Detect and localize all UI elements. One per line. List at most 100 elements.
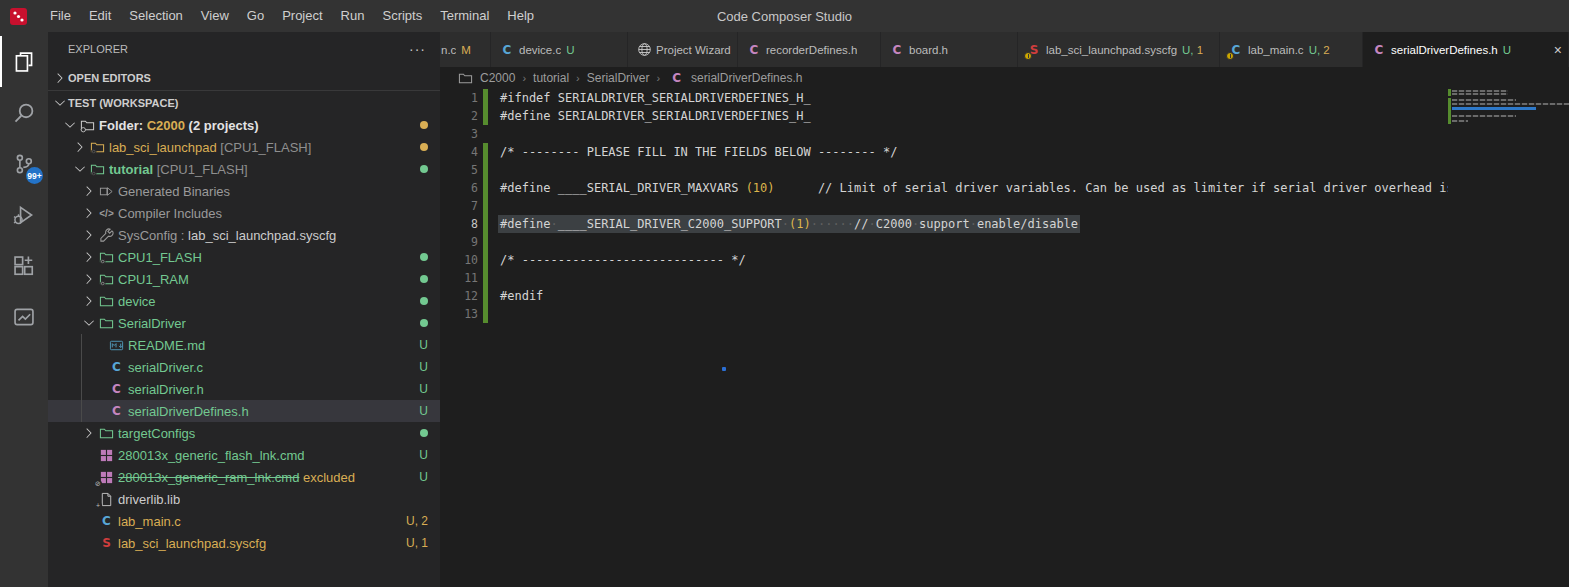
tree-item-generated-binaries[interactable]: Generated Binaries bbox=[48, 180, 440, 202]
code-line-11[interactable]: 11 bbox=[440, 269, 1569, 287]
tree-item-tutorial[interactable]: tutorial [CPU1_FLASH] bbox=[48, 158, 440, 180]
tree-item-cmd-flash[interactable]: 280013x_generic_flash_lnk.cmdU bbox=[48, 444, 440, 466]
code-line-3[interactable]: 3 bbox=[440, 125, 1569, 143]
tree-item-label: Folder: C2000 (2 projects) bbox=[99, 118, 259, 133]
breadcrumb-item[interactable]: C2000 bbox=[480, 71, 515, 85]
tree-item-lab-sci-syscfg[interactable]: Slab_sci_launchpad.syscfgU, 1 bbox=[48, 532, 440, 554]
tree-item-compiler-includes[interactable]: </>Compiler Includes bbox=[48, 202, 440, 224]
chevron-right-icon[interactable] bbox=[81, 425, 97, 441]
line-number[interactable]: 10 bbox=[440, 251, 478, 269]
tree-item-driverlib-lib[interactable]: +driverlib.lib bbox=[48, 488, 440, 510]
line-number[interactable]: 3 bbox=[440, 125, 478, 143]
menu-edit[interactable]: Edit bbox=[80, 0, 120, 32]
activity-performance[interactable] bbox=[0, 291, 48, 342]
line-number[interactable]: 4 bbox=[440, 143, 478, 161]
code-line-9[interactable]: 9 bbox=[440, 233, 1569, 251]
menu-run[interactable]: Run bbox=[332, 0, 374, 32]
tab-lab-main-c[interactable]: Clab_main.cU, 2 bbox=[1220, 32, 1363, 67]
code-editor[interactable]: 1#ifndef SERIALDRIVER_SERIALDRIVERDEFINE… bbox=[440, 89, 1569, 587]
menu-project[interactable]: Project bbox=[273, 0, 331, 32]
chevron-right-icon[interactable] bbox=[81, 183, 97, 199]
code-line-5[interactable]: 5 bbox=[440, 161, 1569, 179]
breadcrumb-item[interactable]: serialDriverDefines.h bbox=[691, 71, 802, 85]
tree-item-cpu1-ram[interactable]: CPU1_RAM bbox=[48, 268, 440, 290]
line-number[interactable]: 2 bbox=[440, 107, 478, 125]
menu-terminal[interactable]: Terminal bbox=[431, 0, 498, 32]
tab-device-c[interactable]: Cdevice.cU bbox=[491, 32, 628, 67]
tree-item-targetconfigs[interactable]: targetConfigs bbox=[48, 422, 440, 444]
breadcrumb-item[interactable]: SerialDriver bbox=[587, 71, 650, 85]
chevron-down-icon[interactable] bbox=[62, 117, 78, 133]
tree-item-folder-c2000[interactable]: Folder: C2000 (2 projects) bbox=[48, 114, 440, 136]
activity-explorer[interactable] bbox=[0, 36, 48, 87]
tab-project-wizard[interactable]: Project Wizard bbox=[628, 32, 738, 67]
code-line-12[interactable]: 12#endif bbox=[440, 287, 1569, 305]
tree-item-sysconfig[interactable]: SysConfig : lab_sci_launchpad.syscfg bbox=[48, 224, 440, 246]
more-actions-icon[interactable]: ··· bbox=[409, 41, 426, 57]
tree-item-serialdriver-c[interactable]: CserialDriver.cU bbox=[48, 356, 440, 378]
tree-item-serialdriver[interactable]: SerialDriver bbox=[48, 312, 440, 334]
breadcrumb[interactable]: C2000›tutorial›SerialDriver›CserialDrive… bbox=[440, 67, 1569, 89]
line-number[interactable]: 13 bbox=[440, 305, 478, 323]
tree-item-device[interactable]: device bbox=[48, 290, 440, 312]
code-line-10[interactable]: 10/* ---------------------------- */ bbox=[440, 251, 1569, 269]
menu-go[interactable]: Go bbox=[238, 0, 273, 32]
open-editors-section[interactable]: OPEN EDITORS bbox=[48, 66, 440, 90]
tree-item-lab-sci-launchpad[interactable]: lab_sci_launchpad [CPU1_FLASH] bbox=[48, 136, 440, 158]
tab-partial-main-c[interactable]: n.cM bbox=[440, 32, 491, 67]
menu-file[interactable]: File bbox=[41, 0, 80, 32]
close-icon[interactable]: × bbox=[1546, 42, 1562, 58]
code-line-4[interactable]: 4/* -------- PLEASE FILL IN THE FIELDS B… bbox=[440, 143, 1569, 161]
tab-serialdriverdefines-h[interactable]: CserialDriverDefines.hU× bbox=[1363, 32, 1569, 67]
chevron-right-icon[interactable] bbox=[81, 205, 97, 221]
code-line-6[interactable]: 6#define ____SERIAL_DRIVER_MAXVARS (10) … bbox=[440, 179, 1569, 197]
chevron-right-icon[interactable] bbox=[81, 271, 97, 287]
tab-board-h[interactable]: Cboard.h bbox=[881, 32, 1018, 67]
c-letter-icon: C bbox=[107, 381, 126, 397]
code-line-2[interactable]: 2#define SERIALDRIVER_SERIALDRIVERDEFINE… bbox=[440, 107, 1569, 125]
line-number[interactable]: 1 bbox=[440, 89, 478, 107]
minimap-selection bbox=[1452, 107, 1536, 110]
tree-item-lab-main-c[interactable]: Clab_main.cU, 2 bbox=[48, 510, 440, 532]
menu-scripts[interactable]: Scripts bbox=[373, 0, 431, 32]
tab-recorderdefines-h[interactable]: CrecorderDefines.h bbox=[738, 32, 881, 67]
indent-guide bbox=[81, 334, 82, 422]
chevron-right-icon[interactable] bbox=[81, 293, 97, 309]
chevron-right-icon[interactable] bbox=[81, 227, 97, 243]
line-number[interactable]: 9 bbox=[440, 233, 478, 251]
line-number[interactable]: 8 bbox=[440, 215, 478, 233]
tree-item-cmd-ram[interactable]: ⊘280013x_generic_ram_lnk.cmd excludedU bbox=[48, 466, 440, 488]
line-number[interactable]: 6 bbox=[440, 179, 478, 197]
minimap[interactable] bbox=[1448, 89, 1569, 349]
line-number[interactable]: 5 bbox=[440, 161, 478, 179]
tab-label: lab_main.c bbox=[1248, 44, 1304, 56]
tree-item-readme-md[interactable]: README.mdU bbox=[48, 334, 440, 356]
menu-view[interactable]: View bbox=[192, 0, 238, 32]
chevron-right-icon[interactable] bbox=[72, 139, 88, 155]
activity-run-debug[interactable] bbox=[0, 189, 48, 240]
activity-search[interactable] bbox=[0, 87, 48, 138]
tree-item-serialdriver-h[interactable]: CserialDriver.hU bbox=[48, 378, 440, 400]
tree-item-serialdriverdefines-h[interactable]: CserialDriverDefines.hU bbox=[48, 400, 440, 422]
line-number[interactable]: 11 bbox=[440, 269, 478, 287]
code-line-1[interactable]: 1#ifndef SERIALDRIVER_SERIALDRIVERDEFINE… bbox=[440, 89, 1569, 107]
menu-help[interactable]: Help bbox=[498, 0, 543, 32]
line-number[interactable]: 7 bbox=[440, 197, 478, 215]
tree-item-cpu1-flash[interactable]: CPU1_FLASH bbox=[48, 246, 440, 268]
code-line-8[interactable]: 8#define·____SERIAL_DRIVER_C2000_SUPPORT… bbox=[440, 215, 1569, 233]
chevron-down-icon[interactable] bbox=[81, 315, 97, 331]
activity-source-control[interactable]: 99+ bbox=[0, 138, 48, 189]
code-line-7[interactable]: 7 bbox=[440, 197, 1569, 215]
menu-selection[interactable]: Selection bbox=[120, 0, 191, 32]
status-dot bbox=[420, 429, 428, 437]
status-dot bbox=[420, 297, 428, 305]
line-number[interactable]: 12 bbox=[440, 287, 478, 305]
activity-extensions[interactable] bbox=[0, 240, 48, 291]
breadcrumb-item[interactable]: tutorial bbox=[533, 71, 569, 85]
code-line-13[interactable]: 13 bbox=[440, 305, 1569, 323]
tab-lab-sci-syscfg[interactable]: Slab_sci_launchpad.syscfgU, 1 bbox=[1018, 32, 1220, 67]
workspace-section[interactable]: TEST (WORKSPACE) bbox=[48, 90, 440, 114]
chevron-down-icon[interactable] bbox=[72, 161, 88, 177]
chevron-right-icon[interactable] bbox=[81, 249, 97, 265]
c-letter-icon: C bbox=[107, 359, 126, 375]
